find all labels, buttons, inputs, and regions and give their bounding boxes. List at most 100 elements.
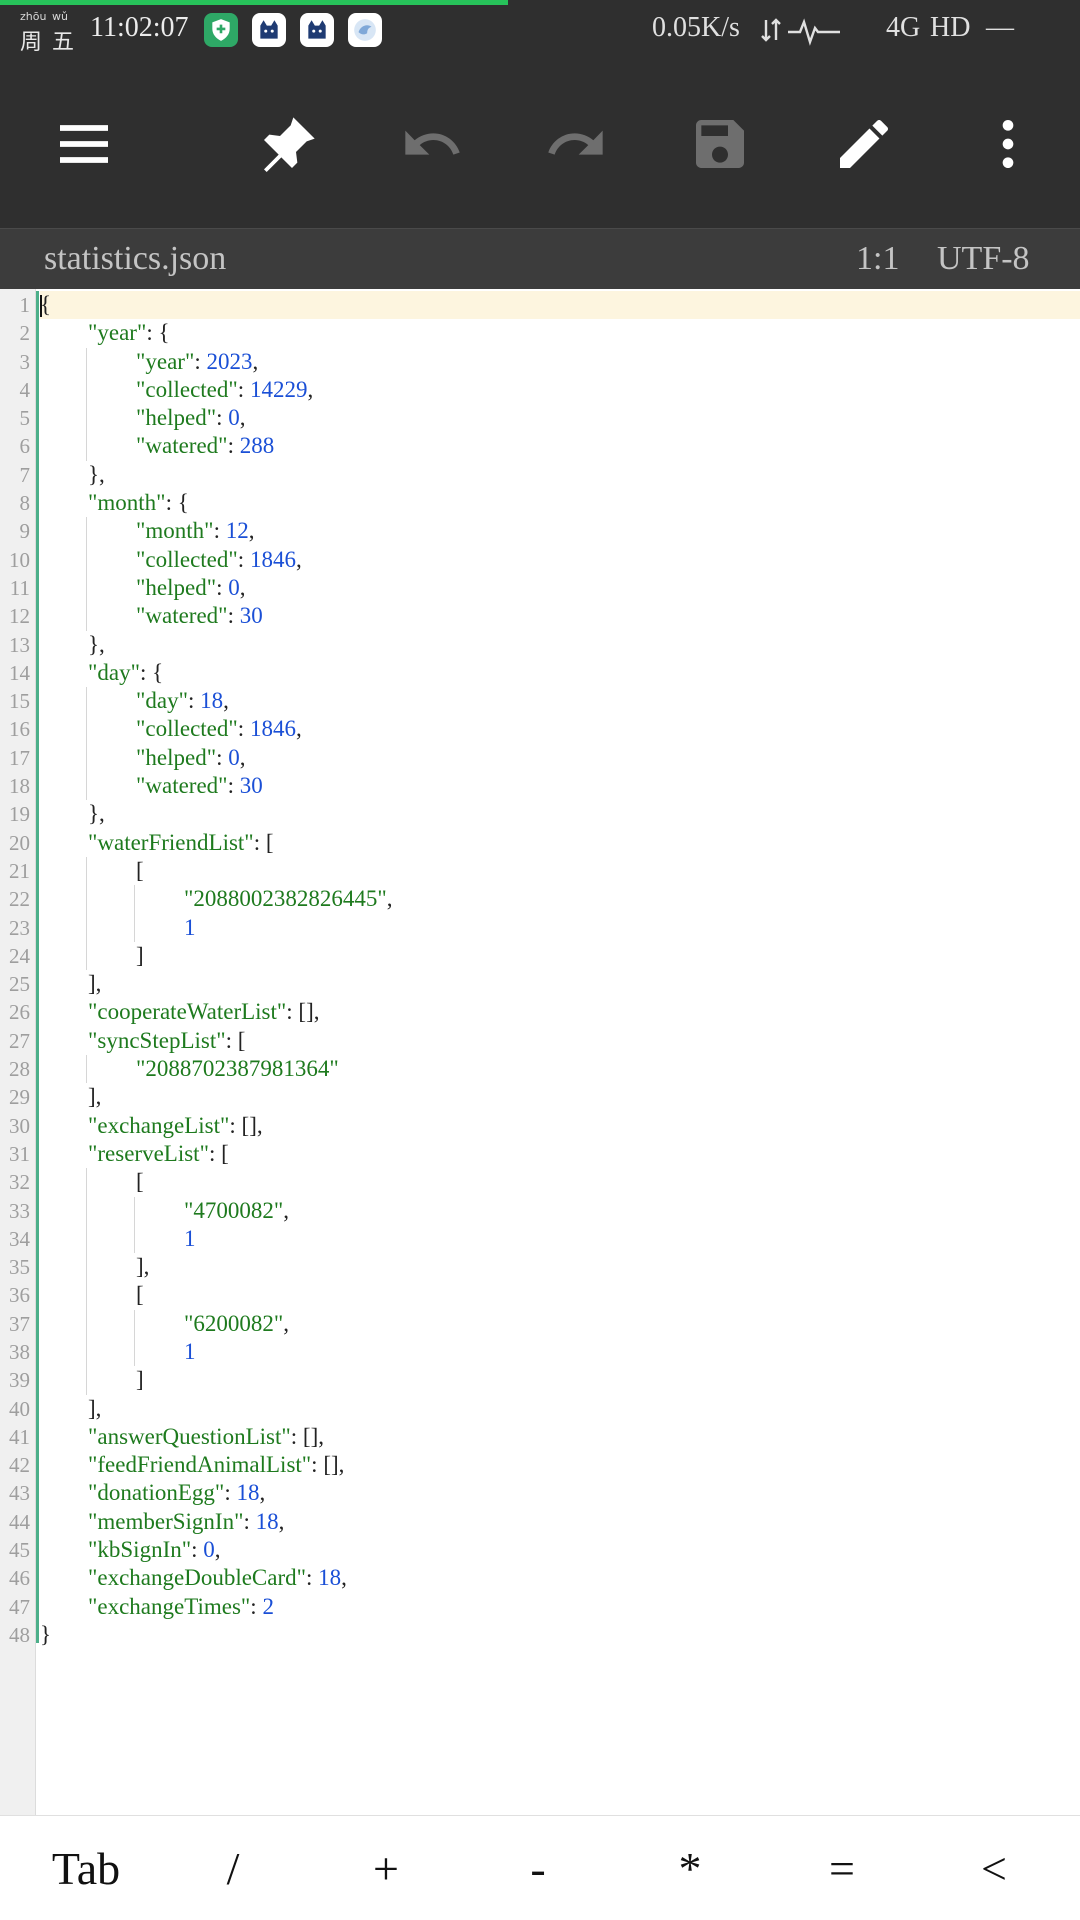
line-number: 45 <box>9 1538 30 1563</box>
symbol-key[interactable]: + <box>310 1816 462 1920</box>
code-line[interactable]: 4 "collected": 14229, <box>0 375 1080 405</box>
encoding-label[interactable]: UTF-8 <box>937 240 1030 278</box>
code-text: ], <box>88 1395 102 1421</box>
code-text: 1 <box>184 1225 196 1251</box>
indent-guide <box>134 1337 135 1367</box>
code-text: ], <box>136 1254 150 1280</box>
code-line[interactable]: 15 "day": 18, <box>0 687 1080 716</box>
code-line[interactable]: 41 "answerQuestionList": [], <box>0 1423 1080 1451</box>
code-line[interactable]: 34 1 <box>0 1224 1080 1254</box>
undo-button[interactable] <box>396 108 468 180</box>
code-line[interactable]: 38 1 <box>0 1337 1080 1367</box>
code-line[interactable]: 26 "cooperateWaterList": [], <box>0 998 1080 1026</box>
line-number: 15 <box>9 689 30 714</box>
code-line[interactable]: 16 "collected": 1846, <box>0 715 1080 744</box>
code-line[interactable]: 1{ <box>0 291 1080 319</box>
code-line[interactable]: 31 "reserveList": [ <box>0 1140 1080 1168</box>
code-line[interactable]: 43 "donationEgg": 18, <box>0 1479 1080 1507</box>
code-text: 1 <box>184 914 196 940</box>
code-line[interactable]: 37 "6200082", <box>0 1309 1080 1338</box>
code-line[interactable]: 17 "helped": 0, <box>0 743 1080 773</box>
line-number: 21 <box>9 858 30 883</box>
symbol-key[interactable]: < <box>918 1816 1070 1920</box>
symbol-key[interactable]: Tab <box>10 1816 162 1920</box>
redo-button[interactable] <box>540 108 612 180</box>
code-line[interactable]: 9 "month": 12, <box>0 517 1080 546</box>
line-number: 14 <box>9 660 30 685</box>
code-line[interactable]: 40], <box>0 1395 1080 1423</box>
code-line[interactable]: 20 "waterFriendList": [ <box>0 829 1080 857</box>
code-line[interactable]: 45 "kbSignIn": 0, <box>0 1536 1080 1564</box>
code-text: "watered": 288 <box>136 433 275 459</box>
code-text: ] <box>136 1367 144 1393</box>
code-text: "reserveList": [ <box>88 1140 229 1166</box>
code-text: "month": { <box>88 490 189 516</box>
code-line[interactable]: 14 "day": { <box>0 659 1080 687</box>
code-text: "exchangeList": [], <box>88 1112 263 1138</box>
code-line[interactable]: 29], <box>0 1083 1080 1111</box>
code-text: "helped": 0, <box>136 405 246 431</box>
code-text: [ <box>136 1282 144 1308</box>
code-line[interactable]: 3 "year": 2023, <box>0 347 1080 376</box>
symbol-key[interactable]: - <box>462 1816 614 1920</box>
indent-guide <box>86 1281 87 1310</box>
status-time: 11:02:07 <box>90 12 189 43</box>
code-line[interactable]: 6 "watered": 288 <box>0 432 1080 461</box>
code-line[interactable]: 42 "feedFriendAnimalList": [], <box>0 1451 1080 1479</box>
code-line[interactable]: 32 [ <box>0 1168 1080 1197</box>
battery-indicator: — <box>986 12 1014 43</box>
symbol-key[interactable]: / <box>157 1816 309 1920</box>
code-line[interactable]: 25], <box>0 970 1080 998</box>
code-line[interactable]: 2 "year": { <box>0 319 1080 347</box>
code-line[interactable]: 44 "memberSignIn": 18, <box>0 1508 1080 1536</box>
code-text: "month": 12, <box>136 518 255 544</box>
line-number: 41 <box>9 1424 30 1449</box>
save-button[interactable] <box>684 108 756 180</box>
more-options-button[interactable] <box>972 108 1044 180</box>
code-line[interactable]: 7}, <box>0 461 1080 489</box>
code-line[interactable]: 46 "exchangeDoubleCard": 18, <box>0 1564 1080 1592</box>
weekday-char-2: 五 <box>52 30 75 55</box>
editor-toolbar <box>0 60 1080 228</box>
code-line[interactable]: 22 "2088002382826445", <box>0 885 1080 914</box>
indent-guide <box>86 432 87 461</box>
symbol-key[interactable]: * <box>614 1816 766 1920</box>
line-number: 7 <box>19 462 31 487</box>
indent-guide <box>86 404 87 433</box>
code-line[interactable]: 24] <box>0 941 1080 971</box>
code-line[interactable]: 30 "exchangeList": [], <box>0 1112 1080 1140</box>
edit-button[interactable] <box>828 108 900 180</box>
code-lines: 1{2 "year": {3 "year": 2023, 4 "collected": … <box>0 291 1080 1649</box>
code-text: "day": { <box>88 659 164 685</box>
code-line[interactable]: 10 "collected": 1846, <box>0 545 1080 574</box>
save-icon <box>696 120 744 168</box>
weekday-label: zhōu wǔ 周 五 <box>20 10 78 55</box>
status-bar: zhōu wǔ 周 五 11:02:07 0.05K/s 4G HD — <box>0 0 1080 60</box>
line-number: 31 <box>9 1141 30 1166</box>
hd-indicator: HD <box>930 12 971 43</box>
code-line[interactable]: 8 "month": { <box>0 489 1080 517</box>
code-editor[interactable]: 1{2 "year": {3 "year": 2023, 4 "collected": … <box>0 289 1080 1815</box>
code-line[interactable]: 36 [ <box>0 1281 1080 1310</box>
pin-button[interactable] <box>252 108 324 180</box>
code-line[interactable]: 35], <box>0 1253 1080 1282</box>
symbol-key[interactable]: = <box>766 1816 918 1920</box>
code-line[interactable]: 28 "2088702387981364" <box>0 1055 1080 1084</box>
code-text: "day": 18, <box>136 688 229 714</box>
code-line[interactable]: 33 "4700082", <box>0 1196 1080 1225</box>
code-line[interactable]: 12 "watered": 30 <box>0 602 1080 631</box>
line-number: 43 <box>9 1481 30 1506</box>
code-line[interactable]: 13}, <box>0 631 1080 659</box>
code-line[interactable]: 47 "exchangeTimes": 2 <box>0 1593 1080 1621</box>
code-line[interactable]: 18 "watered": 30 <box>0 772 1080 801</box>
code-line[interactable]: 5 "helped": 0, <box>0 404 1080 433</box>
line-number: 25 <box>9 972 30 997</box>
code-line[interactable]: 27 "syncStepList": [ <box>0 1027 1080 1055</box>
code-line[interactable]: 11 "helped": 0, <box>0 573 1080 603</box>
code-line[interactable]: 39] <box>0 1366 1080 1395</box>
code-line[interactable]: 23 1 <box>0 913 1080 942</box>
menu-button[interactable] <box>48 108 120 180</box>
code-line[interactable]: 48} <box>0 1621 1080 1649</box>
code-line[interactable]: 21 [ <box>0 856 1080 886</box>
code-line[interactable]: 19}, <box>0 800 1080 828</box>
